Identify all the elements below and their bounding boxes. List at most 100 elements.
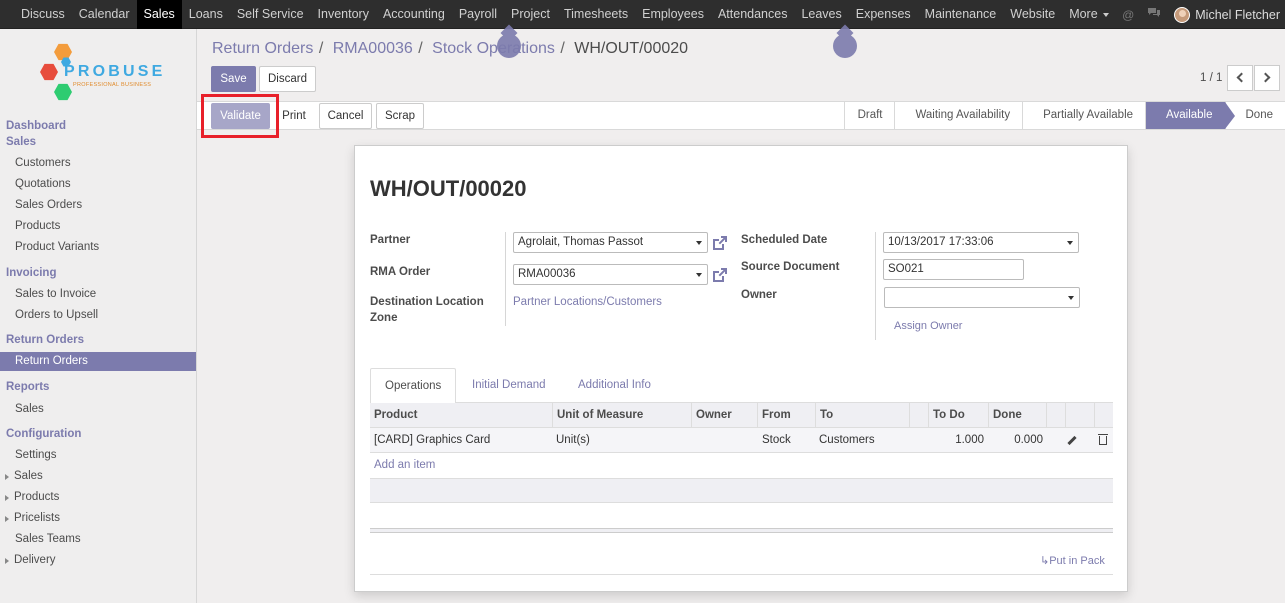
- menu-calendar[interactable]: Calendar: [72, 0, 137, 29]
- user-avatar[interactable]: [1174, 6, 1191, 23]
- sidebar-item-settings[interactable]: Settings: [15, 449, 57, 461]
- user-name[interactable]: Michel Fletcher: [1195, 8, 1280, 22]
- column-spacer: [1046, 403, 1065, 428]
- sidebar-item-return-orders[interactable]: Return Orders: [0, 352, 196, 371]
- cancel-button[interactable]: Cancel: [319, 103, 372, 129]
- column-unit-of-measure[interactable]: Unit of Measure: [552, 403, 691, 428]
- logo-tagline: PROFESSIONAL BUSINESS: [73, 82, 152, 88]
- field-divider: [505, 232, 506, 326]
- pager-next-button[interactable]: [1254, 65, 1280, 91]
- cell-todo: 1.000: [955, 434, 984, 446]
- menu-maintenance[interactable]: Maintenance: [918, 0, 1004, 29]
- column-from[interactable]: From: [757, 403, 815, 428]
- menu-loans[interactable]: Loans: [182, 0, 230, 29]
- cell-done: 0.000: [1014, 434, 1043, 446]
- menu-sales[interactable]: Sales: [136, 0, 182, 29]
- rma-order-select[interactable]: RMA00036: [513, 264, 708, 285]
- app-menu: Discuss Calendar Sales Loans Self Servic…: [14, 0, 1116, 29]
- scheduled-date-field[interactable]: 10/13/2017 17:33:06: [883, 232, 1079, 253]
- sidebar-item-delivery[interactable]: Delivery: [5, 554, 56, 566]
- sidebar-section-invoicing: Invoicing: [6, 267, 57, 279]
- status-draft[interactable]: Draft: [843, 102, 895, 129]
- tab-initial-demand[interactable]: Initial Demand: [458, 368, 560, 404]
- tab-additional-info[interactable]: Additional Info: [564, 368, 665, 404]
- breadcrumb-stock-operations[interactable]: Stock Operations: [432, 40, 555, 57]
- loading-drop-icon: [833, 34, 857, 58]
- source-document-label: Source Document: [741, 261, 840, 273]
- sidebar-item-quotations[interactable]: Quotations: [15, 178, 71, 190]
- menu-project[interactable]: Project: [504, 0, 557, 29]
- sidebar-item-sales-orders[interactable]: Sales Orders: [15, 199, 82, 211]
- menu-more[interactable]: More: [1062, 0, 1115, 29]
- form-sheet: WH/OUT/00020 Partner RMA Order Destinati…: [354, 145, 1128, 592]
- column-owner[interactable]: Owner: [691, 403, 757, 428]
- sidebar-section-reports: Reports: [6, 381, 50, 393]
- add-an-item-link[interactable]: Add an item: [370, 453, 1113, 478]
- menu-expenses[interactable]: Expenses: [849, 0, 918, 29]
- chat-icon[interactable]: [1147, 7, 1161, 22]
- caret-down-icon: [1102, 12, 1109, 17]
- assign-owner-link[interactable]: Assign Owner: [894, 320, 962, 332]
- sidebar-item-sales-to-invoice[interactable]: Sales to Invoice: [15, 288, 96, 300]
- menu-employees[interactable]: Employees: [635, 0, 711, 29]
- edit-pencil-icon[interactable]: [1067, 435, 1077, 446]
- menu-discuss[interactable]: Discuss: [14, 0, 72, 29]
- menu-attendances[interactable]: Attendances: [711, 0, 795, 29]
- external-link-icon[interactable]: [711, 234, 727, 250]
- breadcrumb-return-orders[interactable]: Return Orders: [212, 40, 313, 57]
- save-button[interactable]: Save: [211, 66, 256, 92]
- menu-accounting[interactable]: Accounting: [376, 0, 452, 29]
- sidebar-item-customers[interactable]: Customers: [15, 157, 71, 169]
- external-link-icon[interactable]: [711, 266, 727, 282]
- put-in-pack-link[interactable]: ↳Put in Pack: [1040, 554, 1105, 567]
- caret-down-icon: [696, 241, 702, 245]
- menu-self-service[interactable]: Self Service: [230, 0, 311, 29]
- breadcrumb-separator: /: [318, 40, 324, 57]
- menu-payroll[interactable]: Payroll: [452, 0, 504, 29]
- table-row[interactable]: [CARD] Graphics Card Unit(s) Stock Custo…: [370, 428, 1113, 453]
- status-partially-available[interactable]: Partially Available: [1022, 102, 1146, 129]
- sidebar-dashboard[interactable]: Dashboard: [6, 120, 66, 132]
- at-icon[interactable]: @: [1122, 8, 1134, 22]
- pager-previous-button[interactable]: [1227, 65, 1253, 91]
- owner-select[interactable]: [884, 287, 1080, 308]
- breadcrumb-rma[interactable]: RMA00036: [333, 40, 413, 57]
- column-product[interactable]: Product: [370, 403, 552, 428]
- cell-from: Stock: [762, 434, 791, 446]
- column-done[interactable]: Done: [988, 403, 1046, 428]
- discard-button[interactable]: Discard: [259, 66, 316, 92]
- trash-icon[interactable]: [1098, 434, 1108, 445]
- menu-timesheets[interactable]: Timesheets: [557, 0, 635, 29]
- partner-select[interactable]: Agrolait, Thomas Passot: [513, 232, 708, 253]
- sidebar-section-return-orders: Return Orders: [6, 334, 84, 346]
- menu-inventory[interactable]: Inventory: [311, 0, 376, 29]
- sidebar-item-label: Return Orders: [15, 355, 88, 367]
- column-spacer: [1065, 403, 1094, 428]
- status-available[interactable]: Available: [1145, 102, 1236, 129]
- sidebar-item-products[interactable]: Products: [15, 220, 60, 232]
- rma-order-value: RMA00036: [518, 268, 576, 280]
- table-empty-row: [370, 478, 1113, 503]
- menu-website[interactable]: Website: [1003, 0, 1062, 29]
- partner-label: Partner: [370, 234, 411, 246]
- sidebar-item-product-variants[interactable]: Product Variants: [15, 241, 99, 253]
- sidebar-item-config-products[interactable]: Products: [4, 491, 59, 503]
- sidebar-item-sales-teams[interactable]: Sales Teams: [15, 533, 81, 545]
- owner-label: Owner: [741, 289, 777, 301]
- column-spacer: [909, 403, 928, 428]
- logo-wordmark: PROBUSE: [64, 63, 166, 80]
- destination-zone-link[interactable]: Partner Locations/Customers: [513, 296, 662, 308]
- sidebar-item-orders-to-upsell[interactable]: Orders to Upsell: [15, 309, 98, 321]
- menu-leaves[interactable]: Leaves: [794, 0, 848, 29]
- pager-value[interactable]: 1 / 1: [1200, 72, 1222, 84]
- column-to[interactable]: To: [815, 403, 909, 428]
- top-navbar: Discuss Calendar Sales Loans Self Servic…: [0, 0, 1285, 29]
- status-waiting-availability[interactable]: Waiting Availability: [894, 102, 1023, 129]
- sidebar-item-pricelists[interactable]: Pricelists: [4, 512, 60, 524]
- scrap-button[interactable]: Scrap: [376, 103, 424, 129]
- sidebar-item-reports-sales[interactable]: Sales: [15, 403, 44, 415]
- source-document-field[interactable]: SO021: [883, 259, 1024, 280]
- sidebar-item-config-sales[interactable]: Sales: [5, 470, 43, 482]
- tab-operations[interactable]: Operations: [370, 368, 457, 404]
- column-to-do[interactable]: To Do: [928, 403, 988, 428]
